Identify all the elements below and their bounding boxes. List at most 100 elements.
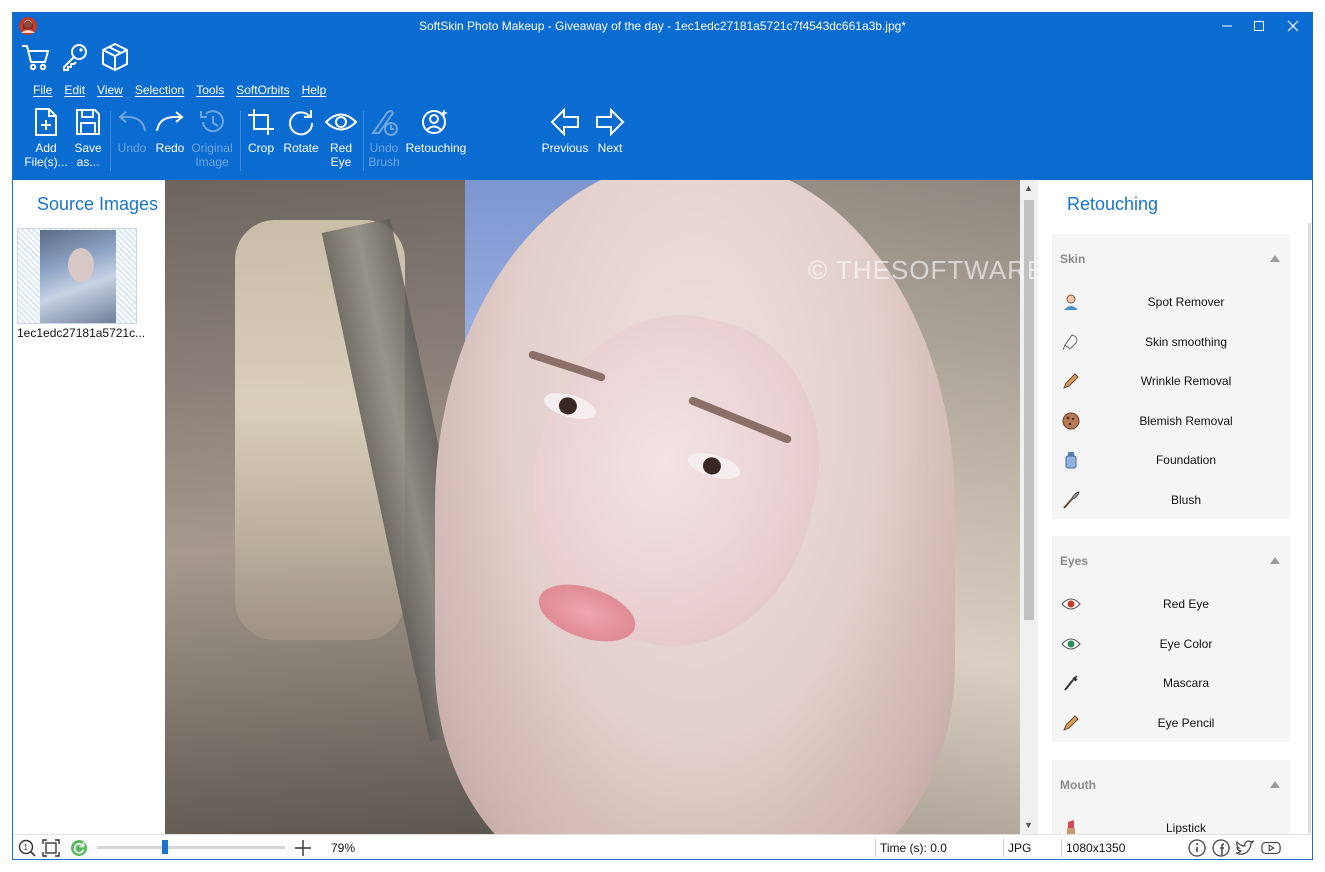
rotate-icon (287, 105, 315, 139)
add-files-button[interactable]: Add File(s)... (24, 105, 68, 177)
quick-access-bar (19, 41, 131, 75)
facebook-icon[interactable] (1211, 838, 1231, 858)
undo-icon (117, 105, 147, 139)
crop-button[interactable]: Crop (245, 105, 277, 177)
toolbar-divider (110, 111, 111, 171)
person-spot-icon (1060, 291, 1082, 313)
tool-eye-color[interactable]: Eye Color (1056, 623, 1286, 663)
retouching-title: Retouching (1067, 194, 1159, 214)
tool-blemish-removal[interactable]: Blemish Removal (1056, 400, 1286, 440)
arrow-left-icon (550, 105, 580, 139)
sponge-icon (1060, 331, 1082, 353)
save-icon (75, 105, 101, 139)
thumbnail-caption: 1ec1edc27181a5721c... (17, 326, 146, 340)
skin-section: Skin Spot Remover Skin smoothing Wrinkle… (1052, 234, 1290, 519)
mascara-icon (1060, 672, 1082, 694)
undo-brush-button[interactable]: Undo Brush (367, 105, 401, 177)
tool-eye-pencil[interactable]: Eye Pencil (1056, 702, 1286, 742)
key-icon[interactable] (59, 41, 91, 73)
menu-tools[interactable]: Tools (190, 83, 230, 101)
eye-pencil-icon (1060, 712, 1082, 734)
youtube-icon[interactable] (1261, 838, 1281, 858)
retouch-person-icon (421, 105, 451, 139)
section-header-eyes[interactable]: Eyes (1052, 536, 1290, 584)
tool-skin-smoothing[interactable]: Skin smoothing (1056, 321, 1286, 361)
cookie-icon (1060, 410, 1082, 432)
crop-icon (247, 105, 275, 139)
tool-mascara[interactable]: Mascara (1056, 663, 1286, 703)
menu-selection[interactable]: Selection (129, 83, 190, 101)
zoom-in-icon[interactable] (293, 838, 313, 858)
refresh-icon[interactable] (69, 838, 89, 858)
pencil-icon (1060, 370, 1082, 392)
zoom-level: 79% (331, 841, 356, 855)
tool-red-eye[interactable]: Red Eye (1056, 584, 1286, 624)
status-bar: 1 79% Time (s): 0.0 JPG 1080x1350 (13, 834, 1312, 859)
twitter-icon[interactable] (1235, 838, 1255, 858)
app-window: SoftSkin Photo Makeup - Giveaway of the … (12, 12, 1313, 860)
redo-icon (155, 105, 185, 139)
window-title: SoftSkin Photo Makeup - Giveaway of the … (418, 19, 906, 33)
brush-undo-icon (369, 105, 399, 139)
tool-blush[interactable]: Blush (1056, 479, 1286, 519)
rotate-button[interactable]: Rotate (281, 105, 321, 177)
info-icon[interactable] (1187, 838, 1207, 858)
zoom-slider[interactable] (97, 846, 285, 849)
toolbar-divider (363, 111, 364, 171)
section-header-mouth[interactable]: Mouth (1052, 760, 1290, 808)
red-eye-icon (1060, 593, 1082, 615)
maximize-button[interactable] (1242, 15, 1276, 37)
brush-icon (1060, 489, 1082, 511)
source-image-thumbnail[interactable] (17, 228, 137, 324)
collapse-caret-icon (1270, 255, 1280, 262)
collapse-caret-icon (1270, 557, 1280, 564)
section-header-skin[interactable]: Skin (1052, 234, 1290, 282)
fit-to-window-icon[interactable] (41, 838, 61, 858)
toolbar-divider (240, 111, 241, 171)
thumbnail-photo (40, 230, 116, 323)
zoom-slider-handle[interactable] (161, 840, 168, 854)
close-button[interactable] (1276, 15, 1310, 37)
header: SoftSkin Photo Makeup - Giveaway of the … (13, 13, 1312, 180)
source-images-title: Source Images (37, 194, 159, 214)
red-eye-button[interactable]: Red Eye (323, 105, 359, 177)
retouching-button[interactable]: Retouching (403, 105, 469, 177)
mouth-section: Mouth Lipstick (1052, 760, 1290, 834)
source-images-panel: Source Images 1ec1edc27181a5721c... (13, 180, 165, 834)
previous-button[interactable]: Previous (541, 105, 589, 177)
tool-foundation[interactable]: Foundation (1056, 440, 1286, 480)
box-icon[interactable] (99, 41, 131, 73)
original-image-button[interactable]: Original Image (189, 105, 235, 177)
retouching-panel: Retouching Skin Spot Remover Skin smooth… (1040, 180, 1312, 834)
menu-file[interactable]: File (27, 83, 58, 101)
cart-icon[interactable] (19, 41, 51, 73)
menu-help[interactable]: Help (296, 83, 333, 101)
menu-edit[interactable]: Edit (58, 83, 91, 101)
next-button[interactable]: Next (593, 105, 627, 177)
zoom-actual-size-icon[interactable]: 1 (17, 838, 37, 858)
scroll-up-icon[interactable]: ▲ (1024, 183, 1034, 193)
scroll-down-icon[interactable]: ▼ (1024, 820, 1034, 830)
arrow-right-icon (595, 105, 625, 139)
menu-softorbits[interactable]: SoftOrbits (230, 83, 295, 101)
tool-spot-remover[interactable]: Spot Remover (1056, 282, 1286, 322)
menu-bar: File Edit View Selection Tools SoftOrbit… (27, 83, 332, 101)
collapse-caret-icon (1270, 781, 1280, 788)
title-bar: SoftSkin Photo Makeup - Giveaway of the … (13, 13, 1312, 39)
tool-wrinkle-removal[interactable]: Wrinkle Removal (1056, 361, 1286, 401)
processing-time: Time (s): 0.0 (880, 841, 947, 855)
lipstick-icon (1060, 817, 1082, 834)
minimize-button[interactable] (1210, 15, 1244, 37)
save-as-button[interactable]: Save as... (71, 105, 105, 177)
image-dimensions: 1080x1350 (1066, 841, 1126, 855)
tool-lipstick[interactable]: Lipstick (1056, 808, 1286, 834)
redo-button[interactable]: Redo (153, 105, 187, 177)
undo-button[interactable]: Undo (115, 105, 149, 177)
history-icon (198, 105, 226, 139)
panel-scrollbar[interactable] (1308, 223, 1311, 833)
menu-view[interactable]: View (91, 83, 129, 101)
eyes-section: Eyes Red Eye Eye Color Mascara Eye Penci… (1052, 536, 1290, 742)
svg-text:1: 1 (24, 843, 29, 852)
eye-icon (325, 105, 357, 139)
eye-color-icon (1060, 633, 1082, 655)
